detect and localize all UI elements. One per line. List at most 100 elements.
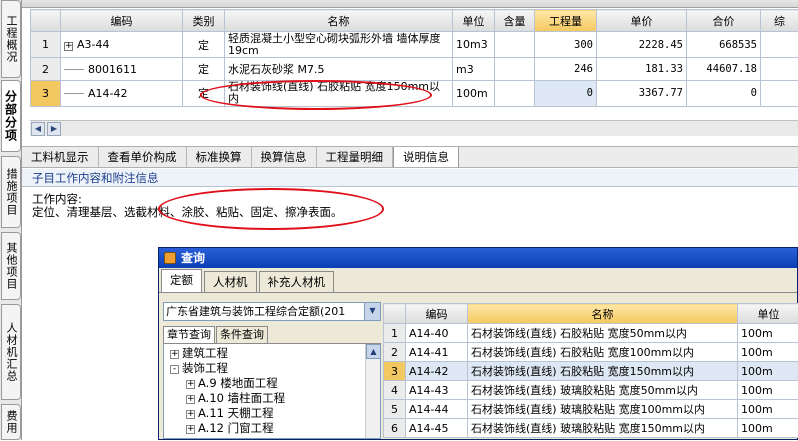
side-tab-bar: 工程概况 分部分项 措施项目 其他项目 人材机汇总 费用 [0, 0, 22, 440]
row-name[interactable]: 水泥石灰砂浆 M7.5 [225, 58, 453, 80]
tab-standard-conversion[interactable]: 标准换算 [187, 147, 252, 167]
col-name[interactable]: 名称 [225, 10, 453, 32]
side-tab-measures[interactable]: 措施项目 [1, 156, 21, 228]
row-price[interactable]: 3367.77 [597, 80, 687, 106]
search-mode-tabs: 章节查询 条件查询 [163, 326, 381, 344]
list-item[interactable]: 4A14-43石材装饰线(直线) 玻璃胶粘贴 宽度50mm以内100m [384, 381, 798, 400]
row-total[interactable]: 668535 [687, 32, 761, 58]
toolbar-strip [22, 0, 798, 8]
tab-supplementary-materials[interactable]: 补充人材机 [259, 271, 335, 292]
row-number[interactable]: 3 [31, 80, 61, 106]
chevron-down-icon[interactable]: ▼ [364, 303, 380, 320]
row-type[interactable]: 定 [183, 32, 225, 58]
tab-materials[interactable]: 人材机 [204, 271, 257, 292]
row-unit[interactable]: m3 [453, 58, 495, 80]
row-total[interactable]: 44607.18 [687, 58, 761, 80]
tab-conversion-info[interactable]: 换算信息 [252, 147, 317, 167]
horizontal-scrollbar[interactable]: ◀ ▶ [30, 120, 798, 136]
dialog-title: 查询 [181, 251, 205, 265]
tree-line [64, 93, 84, 94]
expand-icon[interactable]: + [186, 425, 195, 434]
tree-node[interactable]: +A.11 天棚工程 [170, 406, 380, 421]
table-row[interactable]: 2 8001611 定 水泥石灰砂浆 M7.5 m3 246 181.33 44… [31, 58, 798, 80]
row-type[interactable]: 定 [183, 58, 225, 80]
row-unit[interactable]: 100m [453, 80, 495, 106]
table-row[interactable]: 1 + A3-44 定 轻质混凝土小型空心砌块弧形外墙 墙体厚度 19cm 10m… [31, 32, 798, 58]
expand-icon[interactable]: + [170, 350, 179, 359]
list-item[interactable]: 2A14-41石材装饰线(直线) 石胶粘贴 宽度100mm以内100m [384, 343, 798, 362]
annotation-ellipse-content [158, 188, 384, 230]
chapter-tree: +建筑工程 -装饰工程 +A.9 楼地面工程 +A.10 墙柱面工程 +A.11… [163, 344, 381, 439]
grid-header: 编码 类别 名称 单位 含量 工程量 单价 合价 综 [31, 10, 798, 32]
tree-node[interactable]: +A.10 墙柱面工程 [170, 391, 380, 406]
row-total[interactable]: 0 [687, 80, 761, 106]
dialog-tab-bar: 定额 人材机 补充人材机 [159, 268, 797, 293]
row-content[interactable] [495, 80, 535, 106]
collapse-icon[interactable]: - [170, 365, 179, 374]
tab-description-info[interactable]: 说明信息 [393, 147, 459, 167]
row-code: A3-44 [77, 38, 110, 51]
side-tab-fees[interactable]: 费用 [1, 404, 21, 440]
side-tab-other-items[interactable]: 其他项目 [1, 232, 21, 300]
side-tab-sections[interactable]: 分部分项 [1, 80, 21, 152]
tree-scrollbar[interactable]: ▲ [365, 344, 380, 439]
row-quantity[interactable]: 246 [535, 58, 597, 80]
col-content[interactable]: 含量 [495, 10, 535, 32]
query-dialog: 查询 定额 人材机 补充人材机 广东省建筑与装饰工程综合定额(201 ▼ 章节查… [158, 247, 798, 440]
col-price[interactable]: 单价 [597, 10, 687, 32]
tab-quantity-details[interactable]: 工程量明细 [317, 147, 394, 167]
scroll-left-icon[interactable]: ◀ [31, 122, 45, 136]
scroll-right-icon[interactable]: ▶ [47, 122, 61, 136]
tree-node[interactable]: -装饰工程 [170, 361, 380, 376]
row-number[interactable]: 1 [31, 32, 61, 58]
quota-library-select[interactable]: 广东省建筑与装饰工程综合定额(201 ▼ [163, 302, 381, 321]
tree-node[interactable]: +A.12 门窗工程 [170, 421, 380, 436]
col-code[interactable]: 编码 [61, 10, 183, 32]
dialog-title-bar[interactable]: 查询 [159, 248, 797, 268]
col-total[interactable]: 合价 [687, 10, 761, 32]
col-type[interactable]: 类别 [183, 10, 225, 32]
tab-materials-display[interactable]: 工料机显示 [22, 147, 99, 167]
row-unit[interactable]: 10m3 [453, 32, 495, 58]
quota-list-header: 编码 名称 单位 [384, 304, 798, 324]
row-number[interactable]: 2 [31, 58, 61, 80]
col-name[interactable]: 名称 [468, 304, 738, 324]
col-code[interactable]: 编码 [406, 304, 468, 324]
expand-icon[interactable]: + [186, 380, 195, 389]
col-unit[interactable]: 单位 [453, 10, 495, 32]
quota-library-value: 广东省建筑与装饰工程综合定额(201 [166, 305, 345, 318]
col-composite[interactable]: 综 [761, 10, 798, 32]
tab-unit-price-composition[interactable]: 查看单价构成 [99, 147, 187, 167]
expand-icon[interactable]: + [186, 395, 195, 404]
tab-quota[interactable]: 定额 [161, 269, 202, 292]
row-quantity[interactable]: 0 [535, 80, 597, 106]
expand-icon[interactable]: + [186, 410, 195, 419]
dialog-app-icon [164, 252, 176, 264]
detail-tab-bar: 工料机显示 查看单价构成 标准换算 换算信息 工程量明细 说明信息 [22, 146, 798, 168]
row-content[interactable] [495, 58, 535, 80]
side-tab-project-overview[interactable]: 工程概况 [1, 0, 21, 78]
tab-condition-search[interactable]: 条件查询 [216, 326, 268, 343]
row-quantity[interactable]: 300 [535, 32, 597, 58]
section-title: 子目工作内容和附注信息 [22, 169, 798, 187]
row-price[interactable]: 2228.45 [597, 32, 687, 58]
scroll-up-icon[interactable]: ▲ [366, 344, 381, 359]
col-unit[interactable]: 单位 [738, 304, 798, 324]
list-item[interactable]: 3A14-42石材装饰线(直线) 石胶粘贴 宽度150mm以内100m [384, 362, 798, 381]
list-item[interactable]: 1A14-40石材装饰线(直线) 石胶粘贴 宽度50mm以内100m [384, 324, 798, 343]
tree-node[interactable]: +建筑工程 [170, 346, 380, 361]
row-name[interactable]: 轻质混凝土小型空心砌块弧形外墙 墙体厚度 19cm [225, 32, 453, 58]
list-item[interactable]: 6A14-45石材装饰线(直线) 玻璃胶粘贴 宽度150mm以内100m [384, 419, 798, 438]
side-tab-materials-summary[interactable]: 人材机汇总 [1, 304, 21, 400]
col-quantity[interactable]: 工程量 [535, 10, 597, 32]
chapter-pane: 广东省建筑与装饰工程综合定额(201 ▼ 章节查询 条件查询 +建筑工程 -装饰… [163, 302, 381, 441]
expand-icon[interactable]: + [64, 42, 73, 51]
row-content[interactable] [495, 32, 535, 58]
row-price[interactable]: 181.33 [597, 58, 687, 80]
quota-list: 编码 名称 单位 1A14-40石材装饰线(直线) 石胶粘贴 宽度50mm以内1… [383, 303, 798, 438]
list-item[interactable]: 5A14-44石材装饰线(直线) 玻璃胶粘贴 宽度100mm以内100m [384, 400, 798, 419]
tab-chapter-search[interactable]: 章节查询 [163, 326, 215, 343]
tree-node[interactable]: +A.9 楼地面工程 [170, 376, 380, 391]
tree-line [64, 69, 84, 70]
row-code: 8001611 [88, 63, 137, 76]
